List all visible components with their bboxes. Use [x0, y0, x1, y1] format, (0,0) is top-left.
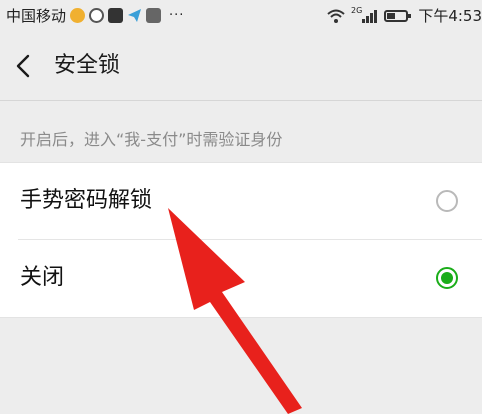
carrier-label: 中国移动	[6, 7, 67, 25]
option-label: 关闭	[20, 265, 65, 290]
more-notifications-icon: ···	[169, 8, 185, 23]
nav-header: 安全锁	[0, 32, 482, 101]
app-notification-icon	[146, 8, 162, 23]
status-bar: 中国移动 ··· 2G 下午4:53	[0, 0, 482, 32]
clock-time: 下午4:53	[418, 7, 482, 25]
telegram-icon	[127, 8, 142, 23]
radio-unchecked[interactable]	[436, 190, 458, 212]
status-left: 中国移动 ···	[6, 5, 184, 26]
network-type-label: 2G	[351, 6, 363, 15]
option-label: 手势密码解锁	[20, 188, 153, 213]
back-arrow-icon[interactable]	[12, 50, 36, 82]
page-title: 安全锁	[54, 53, 121, 78]
status-right: 2G 下午4:53	[327, 5, 482, 26]
wifi-icon	[327, 9, 345, 23]
app-notification-icon	[89, 8, 105, 23]
lock-options-list: 手势密码解锁 关闭	[0, 162, 482, 318]
section-description: 开启后，进入“我-支付”时需验证身份	[20, 130, 283, 149]
app-notification-icon	[108, 8, 124, 23]
radio-checked[interactable]	[436, 267, 458, 289]
battery-icon	[384, 9, 412, 22]
option-off[interactable]: 关闭	[0, 240, 482, 316]
app-notification-icon	[70, 8, 86, 23]
option-gesture-password[interactable]: 手势密码解锁	[0, 163, 482, 240]
signal-icon	[362, 9, 378, 23]
